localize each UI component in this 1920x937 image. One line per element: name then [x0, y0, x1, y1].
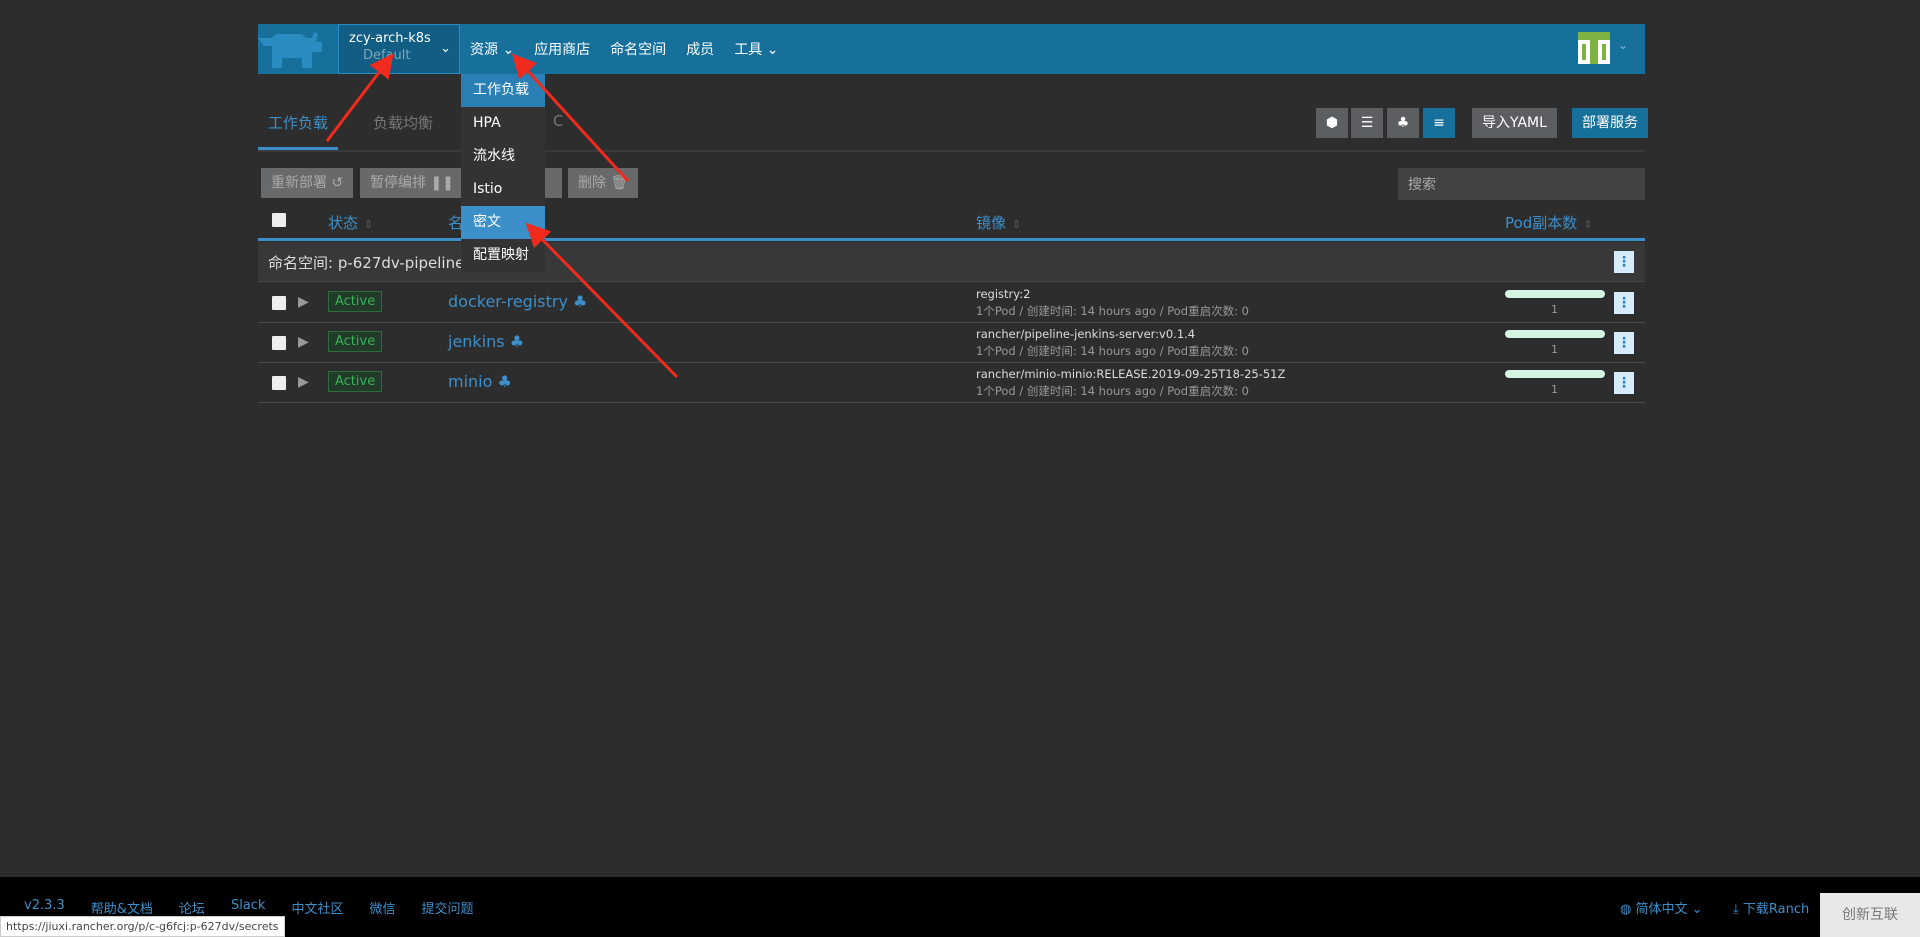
community-link[interactable]: 中文社区	[291, 898, 343, 917]
menu-item-hpa[interactable]: HPA	[461, 107, 545, 140]
header-pods[interactable]: Pod副本数 ⇕	[1505, 212, 1592, 233]
service-icon: ♣	[497, 372, 512, 391]
sort-icon: ⇕	[1012, 218, 1022, 231]
menu-item-secrets[interactable]: 密文	[461, 206, 545, 239]
tab-other[interactable]: C	[543, 112, 573, 150]
workload-meta: 1个Pod / 创建时间: 14 hours ago / Pod重启次数: 0	[976, 344, 1249, 358]
nav-namespaces[interactable]: 命名空间	[610, 39, 666, 59]
header-image[interactable]: 镜像 ⇕	[976, 212, 1021, 233]
status-badge: Active	[328, 331, 383, 352]
menu-item-pipelines[interactable]: 流水线	[461, 140, 545, 173]
list-view-button[interactable]: ☰	[1351, 108, 1383, 138]
nav-members[interactable]: 成员	[686, 39, 714, 59]
workload-name-link[interactable]: minio ♣	[448, 372, 512, 391]
service-icon: ♣	[509, 332, 525, 351]
tab-workloads[interactable]: 工作负载	[258, 112, 339, 150]
expand-icon[interactable]: ▶	[298, 294, 309, 310]
menu-item-config-maps[interactable]: 配置映射	[461, 239, 545, 272]
workload-meta: 1个Pod / 创建时间: 14 hours ago / Pod重启次数: 0	[976, 384, 1249, 398]
footer-links: v2.3.3 帮助&文档 论坛 Slack 中文社区 微信 提交问题	[24, 898, 500, 917]
forum-link[interactable]: 论坛	[179, 898, 205, 917]
nav-tools[interactable]: 工具 ⌄	[734, 39, 778, 59]
top-nav-bar	[258, 24, 1645, 74]
expand-icon[interactable]: ▶	[298, 334, 309, 350]
trash-icon: 🗑	[610, 175, 629, 191]
pod-count: 1	[1551, 383, 1558, 396]
slack-link[interactable]: Slack	[231, 898, 266, 917]
row-checkbox[interactable]	[272, 296, 286, 310]
sort-icon: ⇕	[364, 218, 374, 231]
row-checkbox[interactable]	[272, 376, 286, 390]
pod-status-bar	[1505, 290, 1605, 298]
help-link[interactable]: 帮助&文档	[91, 898, 153, 917]
nav-resources[interactable]: 资源 ⌄	[470, 39, 514, 59]
pause-icon: ❚❚	[430, 175, 454, 191]
pause-button[interactable]: 暂停编排 ❚❚	[360, 168, 464, 198]
chevron-down-icon: ⌄	[440, 41, 451, 56]
menu-item-workloads[interactable]: 工作负载	[461, 74, 545, 107]
deploy-button[interactable]: 部署服务	[1572, 108, 1648, 138]
search-input[interactable]	[1398, 168, 1645, 200]
language-selector[interactable]: ◍ 简体中文 ⌄	[1620, 898, 1703, 917]
status-bar-url: https://jiuxi.rancher.org/p/c-g6fcj:p-62…	[0, 916, 285, 937]
wechat-link[interactable]: 微信	[369, 898, 395, 917]
namespace-label: 命名空间: p-627dv-pipeline	[268, 254, 465, 272]
import-yaml-button[interactable]: 导入YAML	[1472, 108, 1557, 138]
resources-dropdown: 工作负载 HPA 流水线 Istio 密文 配置映射	[461, 74, 545, 272]
delete-button[interactable]: 删除 🗑	[568, 168, 639, 198]
pod-count: 1	[1551, 343, 1558, 356]
row-menu-button[interactable]: ⋮	[1614, 292, 1634, 314]
chevron-down-icon[interactable]: ⌄	[1618, 38, 1628, 52]
download-cli-link[interactable]: ⤓ 下载Ranch	[1733, 898, 1809, 917]
watermark-logo: 创新互联	[1820, 893, 1920, 937]
workload-meta: 1个Pod / 创建时间: 14 hours ago / Pod重启次数: 0	[976, 304, 1249, 318]
image-name: rancher/minio-minio:RELEASE.2019-09-25T1…	[976, 367, 1286, 381]
globe-icon: ◍	[1620, 902, 1632, 917]
row-menu-button[interactable]: ⋮	[1614, 372, 1634, 394]
namespace-menu-button[interactable]: ⋮	[1614, 251, 1634, 273]
user-avatar[interactable]	[1578, 32, 1610, 64]
header-status[interactable]: 状态 ⇕	[328, 212, 373, 233]
redeploy-button[interactable]: 重新部署 ↺	[261, 168, 354, 198]
tree-view-button[interactable]: ≡	[1423, 108, 1455, 138]
group-view-button[interactable]: ♣	[1387, 108, 1419, 138]
status-badge: Active	[328, 371, 383, 392]
tab-load-balancing[interactable]: 负载均衡	[363, 112, 443, 150]
nav-app-store[interactable]: 应用商店	[534, 39, 590, 59]
cluster-selector[interactable]: zcy-arch-k8s Default ⌄	[338, 24, 460, 74]
table-row: ▶ Active docker-registry ♣ registry:2 1个…	[258, 283, 1645, 323]
image-name: rancher/pipeline-jenkins-server:v0.1.4	[976, 327, 1196, 341]
main-nav: 资源 ⌄ 应用商店 命名空间 成员 工具 ⌄	[470, 24, 798, 74]
sort-icon: ⇕	[1583, 218, 1593, 231]
version-link[interactable]: v2.3.3	[24, 898, 65, 917]
download-icon: ⤓	[1733, 902, 1739, 917]
expand-icon[interactable]: ▶	[298, 374, 309, 390]
pod-status-bar	[1505, 330, 1605, 338]
node-view-button[interactable]: ⬢	[1316, 108, 1348, 138]
report-issue-link[interactable]: 提交问题	[421, 898, 473, 917]
redo-icon: ↺	[331, 175, 344, 191]
status-badge: Active	[328, 291, 383, 312]
pod-count: 1	[1551, 303, 1558, 316]
rancher-logo[interactable]	[258, 30, 324, 68]
tab-bar: 工作负载 负载均衡 服务 C	[258, 112, 599, 150]
image-name: registry:2	[976, 287, 1031, 301]
table-row: ▶ Active minio ♣ rancher/minio-minio:REL…	[258, 363, 1645, 403]
row-checkbox[interactable]	[272, 336, 286, 350]
table-row: ▶ Active jenkins ♣ rancher/pipeline-jenk…	[258, 323, 1645, 363]
workload-name-link[interactable]: jenkins ♣	[448, 332, 524, 351]
service-icon: ♣	[573, 292, 588, 311]
workload-name-link[interactable]: docker-registry ♣	[448, 292, 587, 311]
row-menu-button[interactable]: ⋮	[1614, 332, 1634, 354]
menu-item-istio[interactable]: Istio	[461, 173, 545, 206]
pod-status-bar	[1505, 370, 1605, 378]
select-all-checkbox[interactable]	[272, 213, 286, 227]
